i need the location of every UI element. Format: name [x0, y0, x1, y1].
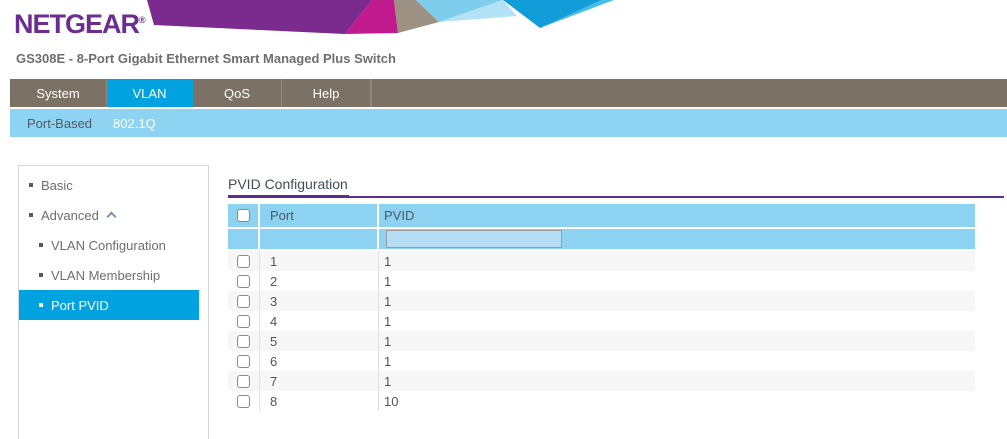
port-cell: 2 — [260, 271, 379, 291]
sidebar: Basic Advanced VLAN Configuration VLAN M… — [18, 165, 209, 439]
port-cell: 3 — [260, 291, 379, 311]
row-checkbox[interactable] — [237, 375, 250, 388]
port-cell: 1 — [260, 251, 379, 271]
banner-graphic — [0, 0, 1007, 40]
port-cell: 6 — [260, 351, 379, 371]
tab-system[interactable]: System — [10, 79, 107, 107]
sidebar-item-basic[interactable]: Basic — [19, 170, 208, 200]
filter-port-cell — [260, 229, 379, 249]
table-row: 6 1 — [228, 351, 975, 371]
table-row: 3 1 — [228, 291, 975, 311]
sidebar-item-label: Port PVID — [51, 298, 109, 313]
pvid-cell: 1 — [379, 291, 975, 311]
port-cell: 4 — [260, 311, 379, 331]
row-checkbox[interactable] — [237, 255, 250, 268]
bullet-icon — [39, 273, 43, 277]
netgear-logo: NETGEAR® — [14, 9, 146, 40]
pvid-cell: 1 — [379, 251, 975, 271]
page-title: PVID Configuration — [228, 170, 1004, 198]
port-cell: 7 — [260, 371, 379, 391]
device-title: GS308E - 8-Port Gigabit Ethernet Smart M… — [16, 51, 396, 66]
port-cell: 8 — [260, 391, 379, 411]
pvid-cell: 1 — [379, 371, 975, 391]
select-all-checkbox[interactable] — [237, 209, 250, 222]
row-checkbox[interactable] — [237, 355, 250, 368]
table-row: 4 1 — [228, 311, 975, 331]
chevron-up-icon — [106, 212, 116, 222]
pvid-cell: 10 — [379, 391, 975, 411]
pvid-table: Port PVID 1 1 2 1 3 — [228, 204, 975, 411]
row-checkbox[interactable] — [237, 315, 250, 328]
sidebar-item-port-pvid[interactable]: Port PVID — [19, 290, 199, 320]
sidebar-item-vlan-configuration[interactable]: VLAN Configuration — [19, 230, 208, 260]
row-checkbox[interactable] — [237, 335, 250, 348]
sub-nav: Port-Based 802.1Q — [10, 109, 1007, 137]
port-cell: 5 — [260, 331, 379, 351]
table-row: 2 1 — [228, 271, 975, 291]
table-body: 1 1 2 1 3 1 4 1 5 1 — [228, 251, 975, 411]
row-checkbox[interactable] — [237, 275, 250, 288]
subnav-802-1q[interactable]: 802.1Q — [113, 116, 156, 131]
table-row: 1 1 — [228, 251, 975, 271]
table-header-row: Port PVID — [228, 204, 975, 227]
header-checkbox-cell — [228, 204, 260, 227]
sidebar-item-advanced[interactable]: Advanced — [19, 200, 208, 230]
filter-pvid-cell — [379, 229, 975, 249]
sidebar-item-label: Advanced — [41, 208, 99, 223]
filter-checkbox-cell — [228, 229, 260, 249]
bullet-icon — [29, 213, 33, 217]
nav-filler — [371, 79, 1007, 107]
pvid-cell: 1 — [379, 311, 975, 331]
pvid-cell: 1 — [379, 271, 975, 291]
tab-help[interactable]: Help — [282, 79, 371, 107]
table-row: 8 10 — [228, 391, 975, 411]
main-content: PVID Configuration Port PVID 1 1 — [228, 170, 1004, 411]
main-nav: System VLAN QoS Help — [10, 79, 1007, 107]
row-checkbox[interactable] — [237, 295, 250, 308]
registered-mark: ® — [139, 15, 146, 25]
pvid-cell: 1 — [379, 331, 975, 351]
pvid-cell: 1 — [379, 351, 975, 371]
pvid-filter-input[interactable] — [386, 230, 562, 248]
table-row: 7 1 — [228, 371, 975, 391]
sidebar-item-vlan-membership[interactable]: VLAN Membership — [19, 260, 208, 290]
tab-qos[interactable]: QoS — [193, 79, 282, 107]
bullet-icon — [29, 183, 33, 187]
column-header-pvid: PVID — [379, 204, 975, 227]
table-filter-row — [228, 227, 975, 251]
sidebar-item-label: VLAN Membership — [51, 268, 160, 283]
subnav-port-based[interactable]: Port-Based — [27, 116, 92, 131]
sidebar-item-label: VLAN Configuration — [51, 238, 166, 253]
row-checkbox[interactable] — [237, 395, 250, 408]
tab-vlan[interactable]: VLAN — [107, 79, 193, 107]
sidebar-item-label: Basic — [41, 178, 73, 193]
bullet-icon — [39, 303, 43, 307]
bullet-icon — [39, 243, 43, 247]
table-row: 5 1 — [228, 331, 975, 351]
column-header-port: Port — [260, 204, 379, 227]
